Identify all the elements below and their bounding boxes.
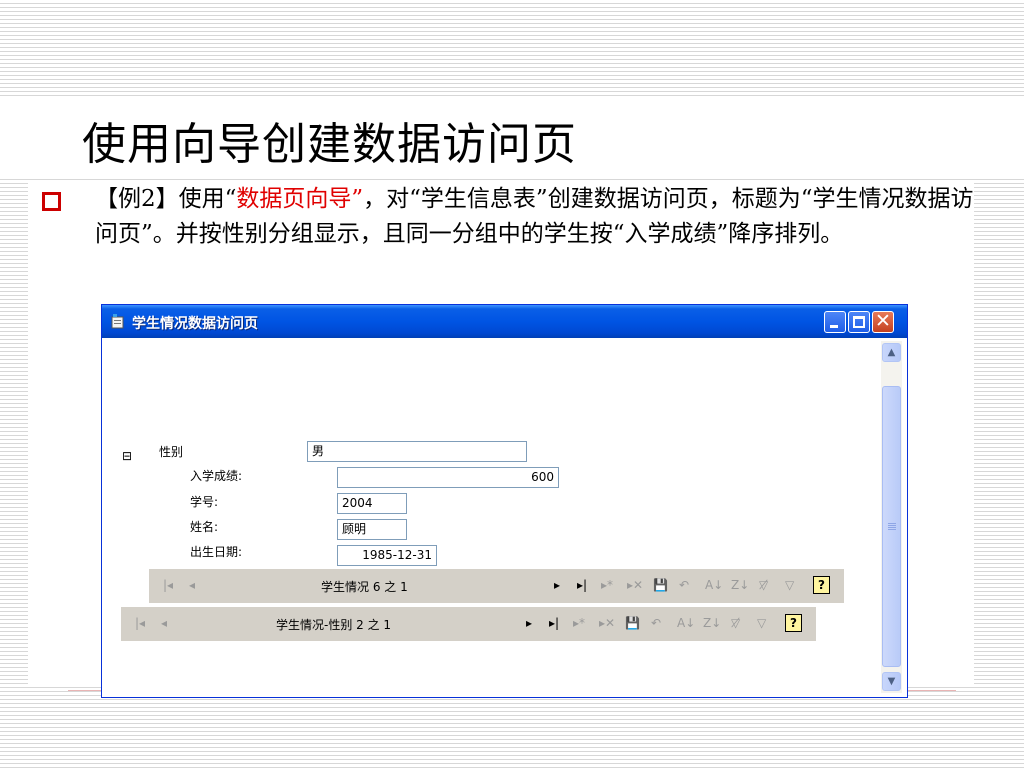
- vertical-scrollbar[interactable]: ▲ ▼: [881, 341, 902, 693]
- student-record-navigator: |◂ ◂ 学生情况 6 之 1 ▸ ▸| ▸* ▸✕ 💾 ↶ A↓ Z↓ ▽̸ …: [149, 569, 844, 603]
- help-icon[interactable]: ?: [813, 576, 830, 594]
- prev-record-icon[interactable]: ◂: [161, 616, 167, 630]
- undo-icon[interactable]: ↶: [651, 616, 661, 630]
- new-record-icon[interactable]: ▸*: [573, 616, 585, 630]
- score-label: 入学成绩:: [190, 469, 243, 483]
- minimize-button[interactable]: [824, 311, 846, 333]
- birthdate-field[interactable]: 1985-12-31: [337, 545, 437, 566]
- student-id-field[interactable]: 2004: [337, 493, 407, 514]
- filter-icon[interactable]: ▽: [757, 616, 766, 630]
- delete-record-icon[interactable]: ▸✕: [599, 616, 615, 630]
- new-record-icon[interactable]: ▸*: [601, 578, 613, 592]
- birthdate-label: 出生日期:: [190, 545, 243, 559]
- help-icon[interactable]: ?: [785, 614, 802, 632]
- prev-record-icon[interactable]: ◂: [189, 578, 195, 592]
- window-title: 学生情况数据访问页: [132, 316, 258, 332]
- last-record-icon[interactable]: ▸|: [577, 578, 587, 592]
- group-field-value[interactable]: 男: [307, 441, 527, 462]
- scroll-down-icon[interactable]: ▼: [882, 672, 901, 691]
- sort-descending-icon[interactable]: Z↓: [731, 578, 749, 592]
- sort-ascending-icon[interactable]: A↓: [677, 616, 695, 630]
- filter-toggle-icon[interactable]: ▽̸: [731, 616, 740, 630]
- window-titlebar[interactable]: 学生情况数据访问页 ✕: [102, 305, 907, 338]
- scroll-thumb[interactable]: [882, 386, 901, 667]
- app-icon: [111, 314, 124, 329]
- close-button[interactable]: ✕: [872, 310, 894, 333]
- filter-icon[interactable]: ▽: [785, 578, 794, 592]
- minimize-icon: [830, 325, 838, 328]
- next-record-icon[interactable]: ▸: [526, 616, 532, 630]
- group-status: 学生情况-性别 2 之 1: [276, 618, 392, 632]
- name-label: 姓名:: [190, 520, 219, 534]
- save-record-icon[interactable]: 💾: [653, 578, 668, 592]
- sort-descending-icon[interactable]: Z↓: [703, 616, 721, 630]
- close-icon: ✕: [875, 310, 891, 332]
- first-record-icon[interactable]: |◂: [163, 578, 173, 592]
- collapse-icon[interactable]: ⊟: [122, 449, 132, 463]
- score-field[interactable]: 600: [337, 467, 559, 488]
- maximize-icon: [853, 316, 865, 328]
- slide-title: 使用向导创建数据访问页: [78, 108, 581, 172]
- data-access-page-window: 学生情况数据访问页 ✕ ⊟ 性别 男 入学成绩: 600 学号: 2004 姓名…: [101, 304, 908, 698]
- page-content-area: ⊟ 性别 男 入学成绩: 600 学号: 2004 姓名: 顾明 出生日期: 1…: [105, 339, 880, 695]
- undo-icon[interactable]: ↶: [679, 578, 689, 592]
- next-record-icon[interactable]: ▸: [554, 578, 560, 592]
- name-field[interactable]: 顾明: [337, 519, 407, 540]
- first-record-icon[interactable]: |◂: [135, 616, 145, 630]
- scroll-grip-icon: [888, 523, 896, 530]
- maximize-button[interactable]: [848, 311, 870, 333]
- slide-body-text: 【例2】使用“数据页向导”，对“学生信息表”创建数据访问页，标题为“学生情况数据…: [95, 182, 975, 252]
- gender-group-navigator: |◂ ◂ 学生情况-性别 2 之 1 ▸ ▸| ▸* ▸✕ 💾 ↶ A↓ Z↓ …: [121, 607, 816, 641]
- save-record-icon[interactable]: 💾: [625, 616, 640, 630]
- student-id-label: 学号:: [190, 495, 219, 509]
- group-field-label: 性别: [159, 445, 184, 459]
- filter-toggle-icon[interactable]: ▽̸: [759, 578, 768, 592]
- last-record-icon[interactable]: ▸|: [549, 616, 559, 630]
- record-status: 学生情况 6 之 1: [321, 580, 408, 594]
- bullet-square-icon: [42, 192, 61, 211]
- sort-ascending-icon[interactable]: A↓: [705, 578, 723, 592]
- scroll-up-icon[interactable]: ▲: [882, 343, 901, 362]
- delete-record-icon[interactable]: ▸✕: [627, 578, 643, 592]
- body-text-highlight: 数据页向导”: [236, 186, 364, 212]
- body-text-prefix: 【例2】使用“: [95, 186, 237, 212]
